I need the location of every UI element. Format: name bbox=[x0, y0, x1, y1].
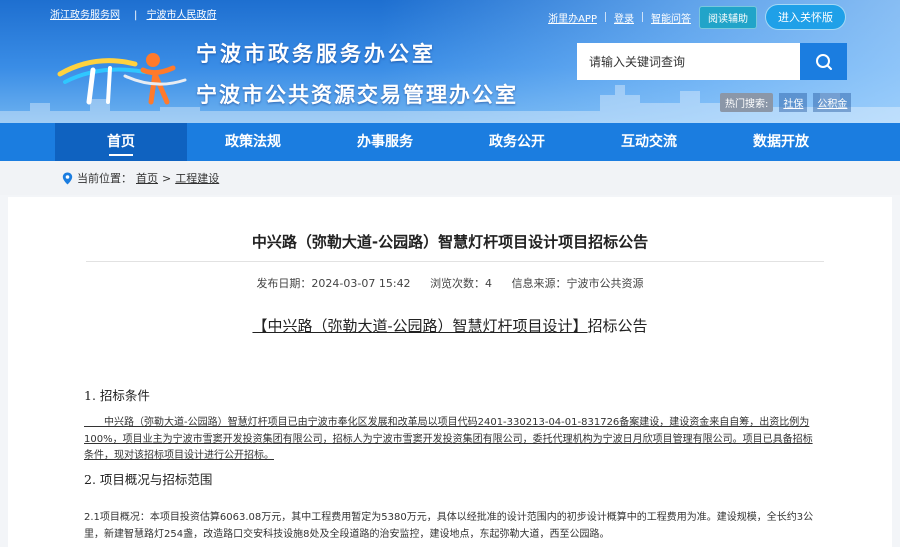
top-link-ningbo-gov[interactable]: 宁波市人民政府 bbox=[147, 10, 217, 21]
hot-search-tag[interactable]: 社保 bbox=[779, 93, 808, 112]
main-nav: 首页 政策法规 办事服务 政务公开 互动交流 数据开放 bbox=[0, 123, 900, 161]
nav-item-open-data[interactable]: 数据开放 bbox=[715, 123, 847, 161]
section-heading: 2. 项目概况与招标范围 bbox=[84, 472, 213, 487]
article-subtitle-project: 【中兴路（弥勒大道-公园路）智慧灯杆项目设计】 bbox=[252, 317, 588, 335]
breadcrumb-current[interactable]: 工程建设 bbox=[175, 170, 219, 186]
search-icon bbox=[815, 53, 832, 70]
top-link-zhejiang[interactable]: 浙江政务服务网 bbox=[50, 10, 120, 21]
smart-qa-link[interactable]: 智能问答 bbox=[651, 10, 691, 25]
site-header: 浙江政务服务网 | 宁波市人民政府 浙里办APP 登录 智能问答 阅读辅助 进入关… bbox=[0, 0, 900, 123]
site-title-primary: 宁波市政务服务办公室 bbox=[196, 42, 436, 66]
search-box bbox=[577, 43, 847, 80]
section-paragraph: 2.1项目概况：本项目投资估算6063.08万元，其中工程费用暂定为5380万元… bbox=[84, 512, 814, 540]
nav-item-home[interactable]: 首页 bbox=[55, 123, 187, 161]
article-meta: 发布日期：2024-03-07 15:42 浏览次数：4 信息来源：宁波市公共资… bbox=[8, 275, 892, 291]
reading-assist-button[interactable]: 阅读辅助 bbox=[699, 5, 757, 29]
article-title: 中兴路（弥勒大道-公园路）智慧灯杆项目设计项目招标公告 bbox=[251, 233, 649, 251]
hot-search: 热门搜索: 社保 公积金 bbox=[720, 93, 852, 112]
login-link[interactable]: 登录 bbox=[614, 10, 634, 25]
info-source: 信息来源：宁波市公共资源 bbox=[511, 277, 644, 290]
hot-search-tag[interactable]: 公积金 bbox=[813, 93, 852, 112]
top-links: 浙江政务服务网 | 宁波市人民政府 bbox=[50, 10, 217, 21]
search-button[interactable] bbox=[800, 43, 847, 80]
title-divider bbox=[86, 261, 824, 262]
site-logo-icon bbox=[57, 53, 187, 105]
location-pin-icon bbox=[62, 172, 73, 184]
section-heading: 1. 招标条件 bbox=[84, 388, 150, 403]
nav-item-policy[interactable]: 政策法规 bbox=[187, 123, 319, 161]
section-paragraph: 中兴路（弥勒大道-公园路）智慧灯杆项目已由宁波市奉化区发展和改革局以项目代码24… bbox=[84, 417, 813, 461]
user-bar: 浙里办APP 登录 智能问答 阅读辅助 进入关怀版 bbox=[548, 4, 846, 30]
breadcrumb-prefix: 当前位置： bbox=[77, 172, 132, 185]
view-count: 浏览次数：4 bbox=[430, 277, 493, 290]
divider bbox=[605, 12, 606, 22]
article-subtitle-suffix: 招标公告 bbox=[587, 317, 648, 335]
publish-date: 发布日期：2024-03-07 15:42 bbox=[256, 277, 411, 290]
nav-item-public-affairs[interactable]: 政务公开 bbox=[451, 123, 583, 161]
app-link[interactable]: 浙里办APP bbox=[548, 10, 597, 25]
site-title-secondary: 宁波市公共资源交易管理办公室 bbox=[196, 83, 518, 107]
breadcrumb-home[interactable]: 首页 bbox=[136, 170, 158, 186]
nav-item-interaction[interactable]: 互动交流 bbox=[583, 123, 715, 161]
article-container: 中兴路（弥勒大道-公园路）智慧灯杆项目设计项目招标公告 发布日期：2024-03… bbox=[8, 197, 892, 547]
search-input[interactable] bbox=[577, 43, 800, 80]
hot-search-label: 热门搜索: bbox=[720, 93, 774, 112]
breadcrumb-separator: > bbox=[162, 171, 172, 185]
divider bbox=[642, 12, 643, 22]
nav-item-services[interactable]: 办事服务 bbox=[319, 123, 451, 161]
care-version-button[interactable]: 进入关怀版 bbox=[765, 4, 846, 30]
breadcrumb: 当前位置： 首页 > 工程建设 bbox=[0, 161, 900, 195]
article-subtitle: 【中兴路（弥勒大道-公园路）智慧灯杆项目设计】招标公告 bbox=[8, 315, 892, 336]
